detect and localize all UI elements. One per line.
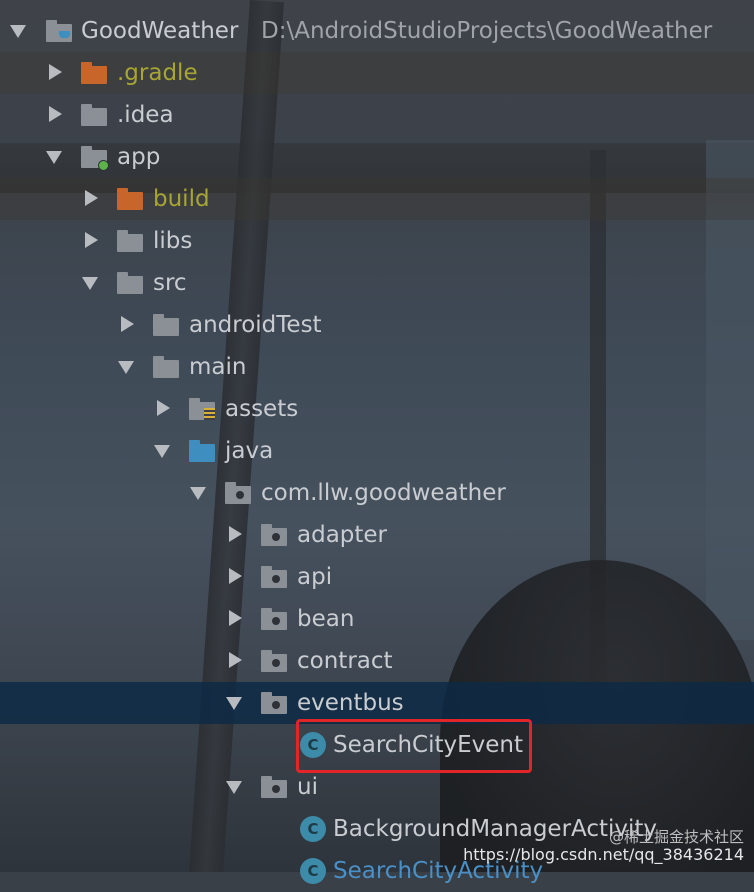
folder-icon: [153, 314, 179, 336]
tree-item-label: libs: [153, 228, 193, 254]
tree-item-label: assets: [225, 396, 299, 422]
collapse-arrow-icon[interactable]: [226, 514, 242, 556]
class-icon: C: [300, 858, 326, 884]
package-icon: [261, 608, 287, 630]
tree-item-label: eventbus: [297, 690, 404, 716]
tree-item-adapter[interactable]: adapter: [0, 514, 754, 556]
expand-arrow-icon[interactable]: [10, 10, 26, 52]
tree-item-label: java: [225, 438, 274, 464]
package-icon: [225, 482, 251, 504]
folder-icon: [81, 104, 107, 126]
tree-item-label: build: [153, 186, 210, 212]
folder-icon: [117, 230, 143, 252]
expand-arrow-icon[interactable]: [226, 682, 242, 724]
collapse-arrow-icon[interactable]: [82, 178, 98, 220]
tree-item-api[interactable]: api: [0, 556, 754, 598]
project-path: D:\AndroidStudioProjects\GoodWeather: [261, 18, 713, 44]
tree-item-label: androidTest: [189, 312, 322, 338]
class-icon: C: [300, 816, 326, 842]
package-icon: [261, 566, 287, 588]
tree-item-contract[interactable]: contract: [0, 640, 754, 682]
expand-arrow-icon[interactable]: [82, 262, 98, 304]
collapse-arrow-icon[interactable]: [154, 388, 170, 430]
collapse-arrow-icon[interactable]: [46, 52, 62, 94]
collapse-arrow-icon[interactable]: [226, 598, 242, 640]
tree-item-libs[interactable]: libs: [0, 220, 754, 262]
tree-item-idea[interactable]: .idea: [0, 94, 754, 136]
tree-item-label: .idea: [117, 102, 174, 128]
tree-item-label: .gradle: [117, 60, 198, 86]
tree-item-androidtest[interactable]: androidTest: [0, 304, 754, 346]
folder-icon: [153, 356, 179, 378]
package-icon: [261, 650, 287, 672]
module-folder-icon: [81, 146, 109, 171]
tree-item-assets[interactable]: assets: [0, 388, 754, 430]
tree-item-label: main: [189, 354, 247, 380]
expand-arrow-icon[interactable]: [226, 766, 242, 808]
collapse-arrow-icon[interactable]: [226, 556, 242, 598]
tree-item-label: app: [117, 144, 161, 170]
collapse-arrow-icon[interactable]: [82, 220, 98, 262]
watermark: @稀土掘金技术社区 https://blog.csdn.net/qq_38436…: [463, 828, 744, 864]
source-folder-icon: [189, 440, 215, 462]
tree-item-eventbus[interactable]: eventbus: [0, 682, 754, 724]
excluded-folder-icon: [81, 62, 107, 84]
package-icon: [261, 776, 287, 798]
tree-item-goodweather[interactable]: GoodWeather D:\AndroidStudioProjects\Goo…: [0, 10, 754, 52]
tree-item-gradle[interactable]: .gradle: [0, 52, 754, 94]
expand-arrow-icon[interactable]: [46, 136, 62, 178]
tree-item-label: contract: [297, 648, 393, 674]
expand-arrow-icon[interactable]: [190, 472, 206, 514]
watermark-line1: @稀土掘金技术社区: [608, 828, 744, 846]
tree-item-label: src: [153, 270, 187, 296]
excluded-folder-icon: [117, 188, 143, 210]
tree-item-label: adapter: [297, 522, 388, 548]
resource-folder-icon: [189, 398, 215, 420]
collapse-arrow-icon[interactable]: [226, 640, 242, 682]
tree-item-main[interactable]: main: [0, 346, 754, 388]
tree-item-bean[interactable]: bean: [0, 598, 754, 640]
tree-item-label: bean: [297, 606, 355, 632]
tree-item-package-root[interactable]: com.llw.goodweather: [0, 472, 754, 514]
folder-icon: [117, 272, 143, 294]
collapse-arrow-icon[interactable]: [46, 94, 62, 136]
watermark-line2: https://blog.csdn.net/qq_38436214: [463, 845, 744, 864]
tree-item-java[interactable]: java: [0, 430, 754, 472]
package-icon: [261, 692, 287, 714]
expand-arrow-icon[interactable]: [154, 430, 170, 472]
expand-arrow-icon[interactable]: [118, 346, 134, 388]
package-icon: [261, 524, 287, 546]
tree-item-app[interactable]: app: [0, 136, 754, 178]
tree-item-src[interactable]: src: [0, 262, 754, 304]
tree-item-label: api: [297, 564, 333, 590]
collapse-arrow-icon[interactable]: [118, 304, 134, 346]
tree-item-label: com.llw.goodweather: [261, 480, 506, 506]
highlight-annotation-box: [296, 719, 532, 773]
tree-item-build[interactable]: build: [0, 178, 754, 220]
tree-item-label: GoodWeather: [81, 18, 239, 44]
project-folder-icon: [46, 20, 72, 42]
